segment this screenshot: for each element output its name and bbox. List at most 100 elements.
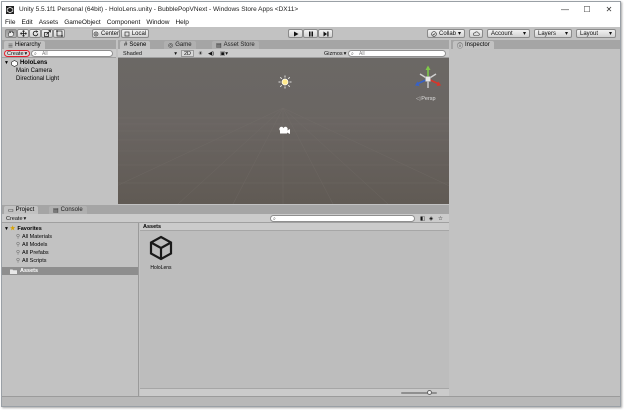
rect-tool-button[interactable]	[53, 29, 65, 38]
directional-light-gizmo-icon[interactable]	[278, 75, 292, 89]
expand-arrow-icon: ▼	[4, 225, 9, 232]
project-tab-label: Project	[15, 207, 35, 213]
scene-viewport[interactable]: ◁ Persp	[118, 58, 449, 204]
tab-game[interactable]: ◎ Game	[164, 41, 196, 49]
layers-dropdown[interactable]: Layers ▾	[534, 29, 572, 38]
assets-footer-bar	[140, 388, 449, 396]
icon-size-slider-thumb[interactable]	[427, 390, 432, 395]
inspector-tab-label: Inspector	[465, 42, 490, 48]
menu-edit[interactable]: Edit	[21, 19, 32, 26]
menu-assets[interactable]: Assets	[39, 19, 59, 26]
scene-search-input[interactable]: ⌕ All	[348, 50, 446, 57]
menu-help[interactable]: Help	[175, 19, 188, 26]
tab-asset-store[interactable]: ▤ Asset Store	[212, 41, 259, 49]
search-icon: ⌕	[34, 51, 37, 57]
folder-icon	[10, 269, 17, 274]
hierarchy-item[interactable]: Main Camera	[2, 67, 116, 75]
shading-mode-label: Shaded	[123, 50, 142, 57]
shading-mode-dropdown[interactable]: Shaded ▾	[121, 50, 179, 57]
favorite-item[interactable]: ⚲ All Models	[16, 241, 47, 248]
account-label: Account	[491, 30, 513, 37]
favorites-star-icon: ★	[9, 226, 16, 232]
game-tab-icon: ◎	[168, 42, 174, 49]
pivot-center-label: Center	[100, 30, 119, 37]
collab-dropdown-arrow: ▾	[458, 31, 462, 37]
scene-orientation-gizmo[interactable]	[414, 65, 442, 93]
camera-gizmo-icon[interactable]	[277, 125, 291, 135]
scale-tool-button[interactable]	[41, 29, 53, 38]
play-button[interactable]	[288, 29, 303, 38]
tab-scene[interactable]: # Scene	[120, 41, 151, 49]
cloud-services-button[interactable]	[469, 29, 483, 38]
hierarchy-scene-row[interactable]: ▼ HoloLens	[2, 59, 116, 67]
hierarchy-toolbar: Create ▾ ⌕ All	[2, 49, 116, 58]
info-icon: ⓘ	[457, 43, 464, 50]
gizmos-arrow: ▾	[343, 50, 347, 57]
hierarchy-scene-name: HoloLens	[19, 60, 48, 66]
project-panel: ▭ Project ▤ Console Create ▾ ⌕ ◧ ◈ ☆ ▼ ★…	[2, 205, 449, 396]
menu-window[interactable]: Window	[146, 19, 169, 26]
unity-app-icon	[6, 5, 14, 14]
star-outline-icon: ☆	[438, 215, 443, 222]
step-button[interactable]	[318, 29, 333, 38]
expand-arrow-icon: ▼	[4, 60, 9, 66]
collab-button[interactable]: Collab ▾	[427, 29, 465, 38]
layout-dropdown-arrow: ▾	[608, 31, 612, 37]
favorite-item[interactable]: ⚲ All Materials	[16, 233, 52, 240]
project-assets-view: Assets HoloLens	[140, 223, 449, 396]
hand-tool-button[interactable]	[5, 29, 17, 38]
asset-item[interactable]: HoloLens	[148, 235, 174, 273]
saved-search-button[interactable]: ☆	[436, 215, 445, 222]
icon-size-slider[interactable]	[401, 390, 437, 395]
assets-folder-row[interactable]: Assets	[2, 267, 138, 275]
project-create-button[interactable]: Create ▾	[4, 215, 28, 222]
space-local-button[interactable]: Local	[121, 29, 149, 38]
account-dropdown[interactable]: Account ▾	[487, 29, 530, 38]
mode-2d-label: 2D	[184, 50, 192, 57]
search-by-label-button[interactable]: ◈	[427, 215, 435, 222]
pivot-center-button[interactable]: Center	[92, 29, 120, 38]
persp-label[interactable]: ◁ Persp	[416, 96, 436, 102]
effects-dropdown[interactable]: ▣▾	[218, 50, 230, 57]
maximize-button[interactable]: ☐	[576, 2, 598, 17]
tab-hierarchy[interactable]: Hierarchy	[4, 41, 45, 49]
minimize-button[interactable]: —	[554, 2, 576, 17]
layout-label: Layout	[580, 30, 599, 37]
close-button[interactable]: ✕	[598, 2, 620, 17]
tab-inspector[interactable]: ⓘ Inspector	[453, 41, 494, 50]
favorite-item-label: All Models	[22, 241, 48, 248]
unity-scene-icon	[149, 235, 173, 261]
tab-console[interactable]: ▤ Console	[49, 206, 87, 214]
step-icon	[323, 31, 328, 36]
scale-icon	[43, 30, 51, 37]
move-tool-button[interactable]	[17, 29, 29, 38]
gizmos-dropdown[interactable]: Gizmos ▾	[322, 50, 348, 57]
mode-2d-toggle[interactable]: 2D	[181, 50, 195, 57]
rotate-tool-button[interactable]	[29, 29, 41, 38]
menu-component[interactable]: Component	[107, 19, 141, 26]
pause-button[interactable]	[303, 29, 318, 38]
search-by-type-button[interactable]: ◧	[418, 215, 427, 222]
audio-toggle[interactable]: ◀)	[206, 50, 216, 57]
favorite-item[interactable]: ⚲ All Scripts	[16, 257, 46, 264]
menu-bar: File Edit Assets GameObject Component Wi…	[2, 17, 620, 27]
lighting-toggle[interactable]: ☀	[196, 50, 205, 57]
project-search-input[interactable]: ⌕	[270, 215, 415, 222]
favorite-item-label: All Scripts	[22, 257, 47, 264]
tab-project[interactable]: ▭ Project	[4, 206, 39, 214]
hierarchy-tab-label: Hierarchy	[15, 42, 41, 48]
hierarchy-search-input[interactable]: ⌕ All	[31, 50, 113, 57]
menu-gameobject[interactable]: GameObject	[64, 19, 101, 26]
scene-icon	[11, 59, 18, 67]
hierarchy-create-button[interactable]: Create ▾	[4, 50, 31, 57]
favorite-item[interactable]: ⚲ All Prefabs	[16, 249, 49, 256]
play-icon	[293, 31, 298, 36]
hand-icon	[8, 30, 14, 37]
menu-file[interactable]: File	[5, 19, 15, 26]
layout-dropdown[interactable]: Layout ▾	[576, 29, 616, 38]
unity-editor-window: Unity 5.5.1f1 Personal (64bit) - HoloLen…	[1, 1, 621, 407]
hierarchy-item[interactable]: Directional Light	[2, 75, 116, 83]
favorites-header[interactable]: ▼ ★ Favorites	[4, 225, 42, 233]
inspector-panel: ⓘ Inspector	[451, 40, 620, 396]
hierarchy-create-label: Create	[7, 50, 24, 57]
